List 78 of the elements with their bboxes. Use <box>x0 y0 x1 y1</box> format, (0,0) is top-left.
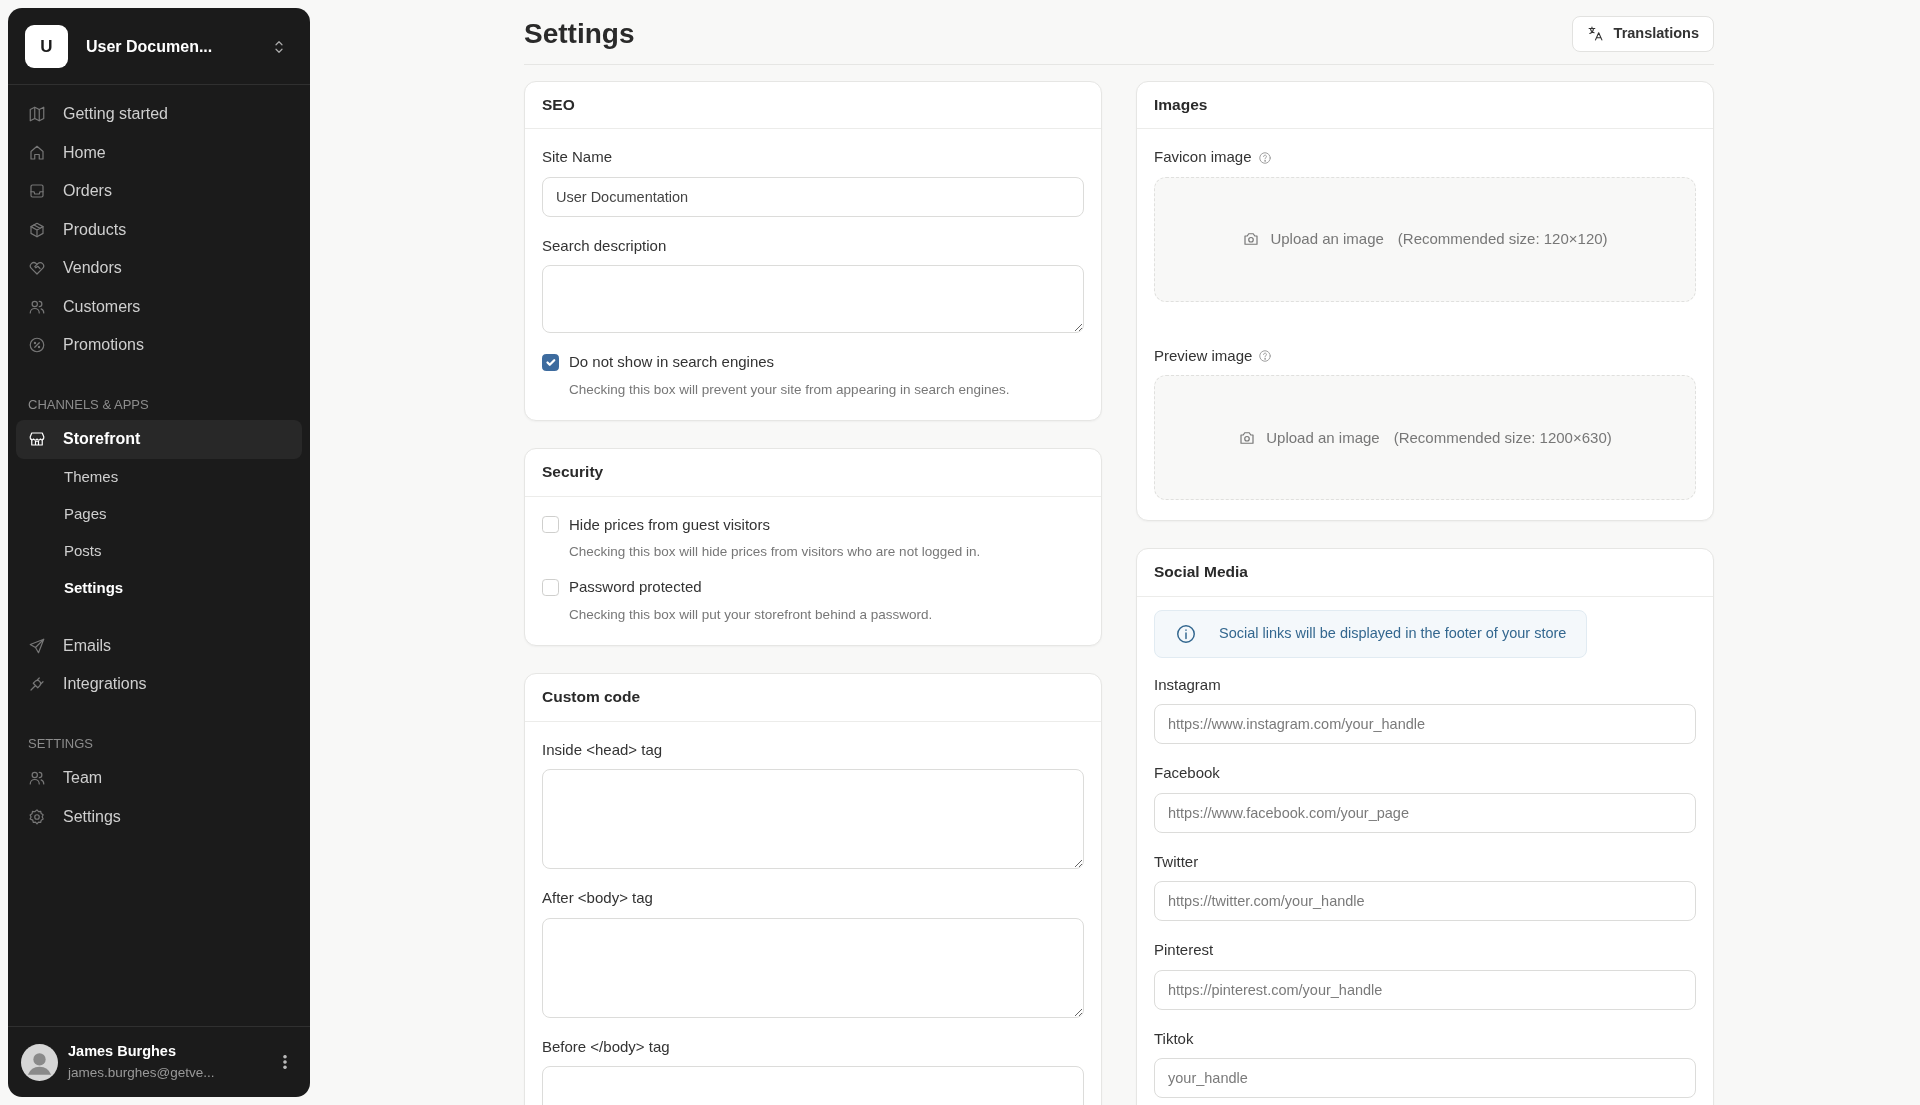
text-field[interactable]: User Documentation <box>542 176 1084 217</box>
nav-item[interactable]: Vendors <box>16 249 302 288</box>
upload-label: Upload an image <box>1266 427 1380 448</box>
translations-button[interactable]: Translations <box>1571 16 1714 52</box>
nav-item[interactable]: Getting started <box>16 95 302 134</box>
workspace-logo: U <box>25 25 68 68</box>
help-text: Checking this box will prevent your site from appearing in search engines. <box>569 380 1010 399</box>
text-area[interactable] <box>542 917 1084 1018</box>
field-label: Twitter <box>1154 851 1200 872</box>
avatar <box>21 1043 58 1081</box>
field-label: Inside <head> tag <box>542 739 664 760</box>
users-icon <box>28 769 46 788</box>
upload-dropzone[interactable]: Upload an image (Recommended size: 120×120) <box>1154 176 1696 302</box>
help-text: Checking this box will hide prices from visitors who are not logged in. <box>569 543 981 562</box>
card-title: Images <box>1154 95 1209 115</box>
upload-hint: (Recommended size: 120×120) <box>1397 229 1608 250</box>
nav-subitem[interactable]: Posts <box>16 532 302 570</box>
text-field[interactable]: https://pinterest.com/your_handle <box>1154 969 1696 1010</box>
card-title: Security <box>542 463 605 482</box>
nav-subitem[interactable]: Pages <box>16 495 302 533</box>
nav-item[interactable]: Promotions <box>16 326 302 365</box>
nav-item[interactable]: Home <box>16 133 302 172</box>
nav-item[interactable]: Settings <box>16 797 302 836</box>
page-title: Settings <box>524 17 635 51</box>
box-icon <box>28 220 46 239</box>
checkbox[interactable] <box>542 354 559 372</box>
paper-plane-icon <box>28 636 46 655</box>
card-title: Social Media <box>1154 563 1249 582</box>
field-label: After <body> tag <box>542 888 654 909</box>
nav-item[interactable]: Storefront <box>16 420 302 459</box>
upload-hint: (Recommended size: 1200×630) <box>1393 427 1612 448</box>
text-area[interactable] <box>542 265 1084 334</box>
inbox-icon <box>28 182 46 201</box>
field-label: Instagram <box>1154 674 1222 695</box>
field-label: Pinterest <box>1154 940 1215 961</box>
nav-subitem[interactable]: Themes <box>16 458 302 496</box>
upload-dropzone[interactable]: Upload an image (Recommended size: 1200×630) <box>1154 375 1696 501</box>
field-label: Site Name <box>542 147 614 168</box>
help-text: Checking this box will put your storefront behind a password. <box>569 605 933 624</box>
field-label: Preview image <box>1154 345 1253 366</box>
nav-item[interactable]: Integrations <box>16 665 302 704</box>
field-label: Facebook <box>1154 763 1221 784</box>
field-label: Before </body> tag <box>542 1036 671 1057</box>
help-icon[interactable] <box>1258 349 1273 364</box>
text-field[interactable]: https://twitter.com/your_handle <box>1154 881 1696 922</box>
nav-item[interactable]: Customers <box>16 287 302 326</box>
map-icon <box>28 105 46 124</box>
user-name: James Burghes <box>68 1042 177 1061</box>
help-icon[interactable] <box>1257 150 1272 165</box>
field-label: Tiktok <box>1154 1028 1195 1049</box>
settings-icon <box>28 807 46 826</box>
upload-label: Upload an image <box>1270 229 1384 250</box>
home-icon <box>28 143 46 162</box>
checkbox-label: Password protected <box>569 577 702 598</box>
field-label: Favicon image <box>1154 147 1252 168</box>
nav-subitem[interactable]: Settings <box>16 569 302 607</box>
nav-item[interactable]: Emails <box>16 626 302 665</box>
checkbox-label: Do not show in search engines <box>569 352 775 373</box>
card-title: Custom code <box>542 688 642 707</box>
storefront-icon <box>28 430 46 449</box>
nav-item[interactable]: Products <box>16 210 302 249</box>
workspace-name: User Documen... <box>86 36 214 57</box>
notice-text: Social links will be displayed in the footer of your store <box>1219 624 1567 644</box>
section-heading: SETTINGS <box>27 734 94 753</box>
text-field[interactable]: https://www.instagram.com/your_handle <box>1154 704 1696 745</box>
info-icon <box>1175 622 1197 645</box>
section-heading: CHANNELS & APPS <box>27 395 150 414</box>
field-label: Search description <box>542 235 668 256</box>
user-email: james.burghes@getve... <box>68 1063 216 1082</box>
nav-item[interactable]: Team <box>16 759 302 798</box>
percent-badge-icon <box>28 336 46 355</box>
nav-item[interactable]: Orders <box>16 172 302 211</box>
text-field[interactable]: your_handle <box>1154 1058 1696 1099</box>
translate-icon <box>1586 25 1604 43</box>
text-area[interactable] <box>542 769 1084 870</box>
text-field[interactable]: https://www.facebook.com/your_page <box>1154 792 1696 833</box>
card-title: SEO <box>542 95 576 115</box>
checkbox-label: Hide prices from guest visitors <box>569 514 770 535</box>
